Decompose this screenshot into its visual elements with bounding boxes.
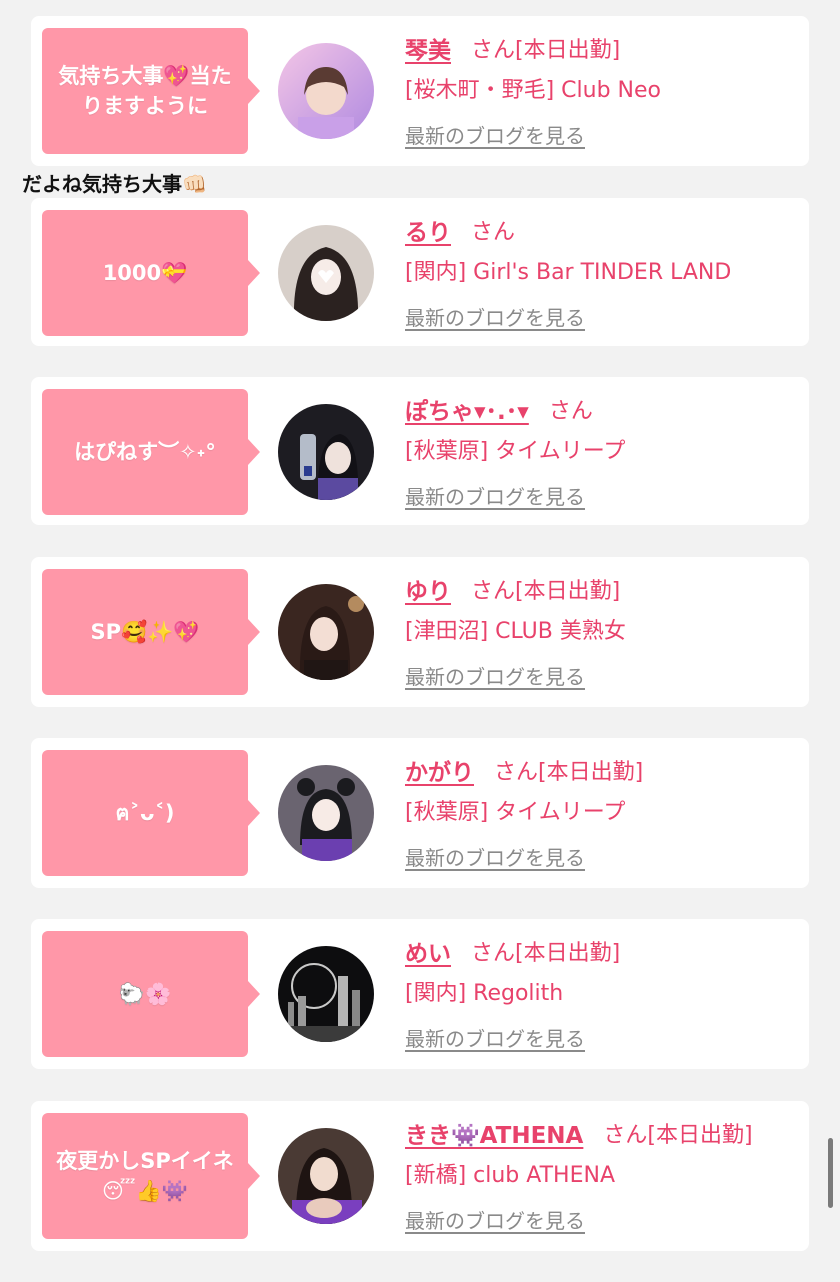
avatar[interactable] <box>278 1128 374 1224</box>
blog-card: 気持ち大事💖当たりますように 琴美 さん [本日出勤] [桜木町・野毛] Club… <box>31 16 809 166</box>
honorific: さん <box>471 941 516 966</box>
latest-blog-link[interactable]: 最新のブログを見る <box>405 842 585 871</box>
cast-name-link[interactable]: ぽちゃ▾･.･▾ <box>405 392 529 426</box>
scrollbar[interactable] <box>828 1138 833 1208</box>
shop-info: [関内] Regolith <box>405 981 564 1006</box>
message-bubble: ฅ˃ᴗ˂) <box>42 750 260 876</box>
avatar[interactable] <box>278 404 374 500</box>
blog-card: 1000💝 るり さん [関内] Girl's Bar TINDER LAND … <box>31 198 809 346</box>
cast-name-link[interactable]: めい <box>405 934 451 968</box>
message-bubble: 気持ち大事💖当たりますように <box>42 28 260 154</box>
honorific: さん <box>548 399 593 424</box>
latest-blog-link[interactable]: 最新のブログを見る <box>405 481 585 510</box>
attendance-status: [本日出勤] <box>515 38 621 63</box>
blog-card: ฅ˃ᴗ˂) かがり さん [本日出勤] [秋葉原] タイムリープ 最新のブログを見… <box>31 738 809 888</box>
message-bubble: 夜更かしSPイイネ😴👍👾 <box>42 1113 260 1239</box>
honorific: さん <box>494 760 539 785</box>
message-text: SP🥰✨💖 <box>90 620 200 644</box>
cast-name-link[interactable]: るり <box>405 213 451 247</box>
honorific: さん <box>603 1123 648 1148</box>
avatar[interactable] <box>278 765 374 861</box>
latest-blog-link[interactable]: 最新のブログを見る <box>405 120 585 149</box>
message-bubble: はぴねす︶✧˖° <box>42 389 260 515</box>
shop-info: [秋葉原] タイムリープ <box>405 800 626 825</box>
message-text: はぴねす︶✧˖° <box>74 440 216 464</box>
attendance-status: [本日出勤] <box>515 579 621 604</box>
cast-name-link[interactable]: ゆり <box>405 572 451 606</box>
avatar[interactable] <box>278 946 374 1042</box>
attendance-status: [本日出勤] <box>538 760 644 785</box>
message-bubble: 1000💝 <box>42 210 260 336</box>
blog-card: はぴねす︶✧˖° ぽちゃ▾･.･▾ さん [秋葉原] タイムリープ 最新のブログ… <box>31 377 809 525</box>
shop-info: [新橋] club ATHENA <box>405 1163 615 1188</box>
shop-info: [関内] Girl's Bar TINDER LAND <box>405 260 732 285</box>
blog-card: SP🥰✨💖 ゆり さん [本日出勤] [津田沼] CLUB 美熟女 最新のブログを… <box>31 557 809 707</box>
cast-name-link[interactable]: きき👾ATHENA <box>405 1116 583 1150</box>
latest-blog-link[interactable]: 最新のブログを見る <box>405 302 585 331</box>
latest-blog-link[interactable]: 最新のブログを見る <box>405 1023 585 1052</box>
message-text: ฅ˃ᴗ˂) <box>115 801 175 825</box>
honorific: さん <box>471 579 516 604</box>
cast-name-link[interactable]: かがり <box>405 753 474 787</box>
shop-info: [津田沼] CLUB 美熟女 <box>405 619 626 644</box>
message-text: 1000💝 <box>102 261 188 285</box>
shop-info: [秋葉原] タイムリープ <box>405 439 626 464</box>
blog-card: 🐑🌸 めい さん [本日出勤] [関内] Regolith 最新のブログを見る <box>31 919 809 1069</box>
latest-blog-link[interactable]: 最新のブログを見る <box>405 1205 585 1234</box>
attendance-status: [本日出勤] <box>647 1123 753 1148</box>
latest-blog-link[interactable]: 最新のブログを見る <box>405 661 585 690</box>
avatar[interactable] <box>278 584 374 680</box>
message-text: 気持ち大事💖当たりますように <box>58 64 232 118</box>
avatar[interactable] <box>278 225 374 321</box>
message-text: 夜更かしSPイイネ😴👍👾 <box>56 1149 234 1203</box>
message-bubble: 🐑🌸 <box>42 931 260 1057</box>
caption-text: だよね気持ち大事👊🏻 <box>22 172 207 196</box>
message-text: 🐑🌸 <box>118 982 172 1006</box>
blog-card: 夜更かしSPイイネ😴👍👾 きき👾ATHENA さん [本日出勤] [新橋] clu… <box>31 1101 809 1251</box>
shop-info: [桜木町・野毛] Club Neo <box>405 78 661 103</box>
message-bubble: SP🥰✨💖 <box>42 569 260 695</box>
honorific: さん <box>471 38 516 63</box>
cast-name-link[interactable]: 琴美 <box>405 31 451 65</box>
avatar[interactable] <box>278 43 374 139</box>
attendance-status: [本日出勤] <box>515 941 621 966</box>
honorific: さん <box>471 220 516 245</box>
